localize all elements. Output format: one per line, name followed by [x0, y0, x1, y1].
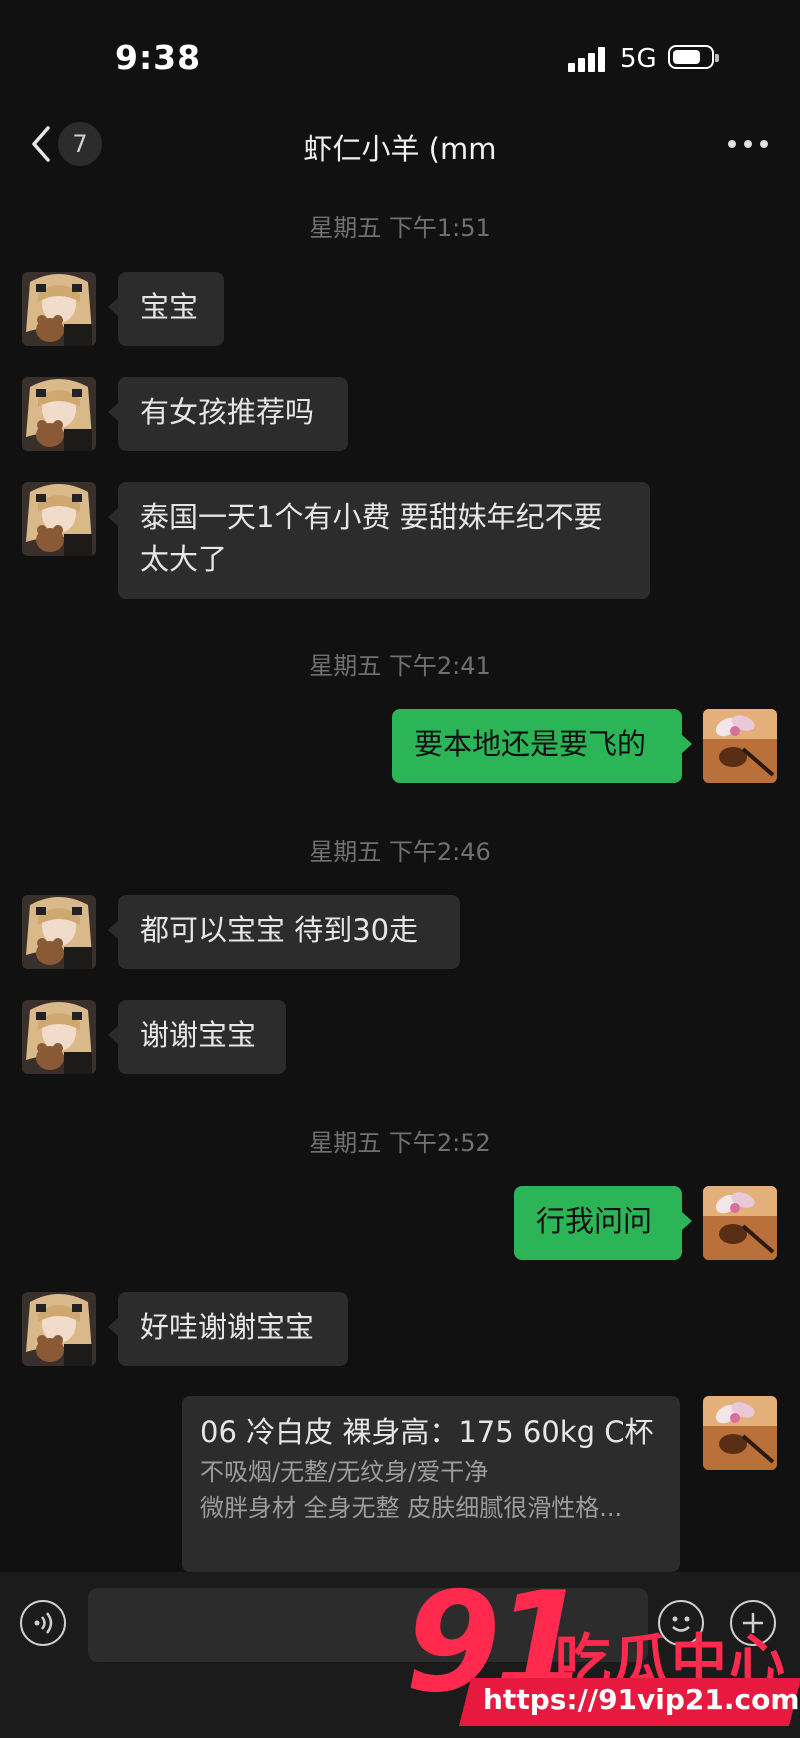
watermark-url: https://91vip21.com — [483, 1683, 800, 1716]
signal-icon — [568, 46, 608, 72]
message-timestamp: 星期五 下午2:52 — [309, 1129, 491, 1157]
profile-card-message[interactable]: 06 冷白皮 裸身高：175 60kg C杯 不吸烟/无整/无纹身/爱干净 微胖… — [182, 1396, 680, 1572]
my-avatar[interactable] — [703, 1396, 777, 1470]
voice-input-icon[interactable] — [20, 1600, 66, 1646]
incoming-message[interactable]: 都可以宝宝 待到30走 — [108, 895, 460, 969]
message-text: 泰国一天1个有小费 要甜妹年纪不要太大了 — [140, 500, 603, 576]
watermark-logo: 91 吃瓜中心 https://91vip21.com — [405, 1562, 800, 1738]
contact-avatar[interactable] — [22, 1000, 96, 1074]
incoming-message[interactable]: 泰国一天1个有小费 要甜妹年纪不要太大了 — [108, 482, 650, 599]
more-options-icon[interactable] — [728, 140, 768, 150]
incoming-message[interactable]: 有女孩推荐吗 — [108, 377, 348, 451]
message-text: 宝宝 — [140, 290, 199, 324]
message-text: 有女孩推荐吗 — [140, 395, 315, 429]
card-title: 06 冷白皮 裸身高：175 60kg C杯 — [200, 1415, 654, 1449]
message-text: 要本地还是要飞的 — [414, 727, 647, 761]
battery-icon — [668, 45, 719, 69]
incoming-message[interactable]: 谢谢宝宝 — [108, 1000, 286, 1074]
contact-avatar[interactable] — [22, 482, 96, 556]
status-bar: 9:38 5G — [0, 0, 800, 110]
contact-avatar[interactable] — [22, 1292, 96, 1366]
message-text: 谢谢宝宝 — [140, 1018, 257, 1052]
message-timestamp: 星期五 下午2:41 — [309, 652, 491, 680]
message-text: 行我问问 — [536, 1204, 653, 1238]
my-avatar[interactable] — [703, 1186, 777, 1260]
incoming-message[interactable]: 好哇谢谢宝宝 — [108, 1292, 348, 1366]
card-line: 不吸烟/无整/无纹身/爱干净 — [200, 1458, 489, 1486]
message-timestamp: 星期五 下午2:46 — [309, 838, 491, 866]
message-timestamp: 星期五 下午1:51 — [309, 214, 491, 242]
contact-avatar[interactable] — [22, 377, 96, 451]
card-line: 微胖身材 全身无整 皮肤细腻很滑性格... — [200, 1494, 623, 1522]
incoming-message[interactable]: 宝宝 — [108, 272, 224, 346]
message-text: 好哇谢谢宝宝 — [140, 1310, 315, 1344]
contact-avatar[interactable] — [22, 272, 96, 346]
outgoing-message[interactable]: 要本地还是要飞的 — [392, 709, 692, 783]
chat-header: 7 虾仁小羊 (mm — [0, 110, 800, 178]
outgoing-message[interactable]: 行我问问 — [514, 1186, 692, 1260]
message-text: 都可以宝宝 待到30走 — [140, 913, 419, 947]
chat-title: 虾仁小羊 (mm — [303, 132, 497, 166]
my-avatar[interactable] — [703, 709, 777, 783]
status-time: 9:38 — [115, 38, 202, 77]
contact-avatar[interactable] — [22, 895, 96, 969]
network-label: 5G — [620, 44, 657, 74]
